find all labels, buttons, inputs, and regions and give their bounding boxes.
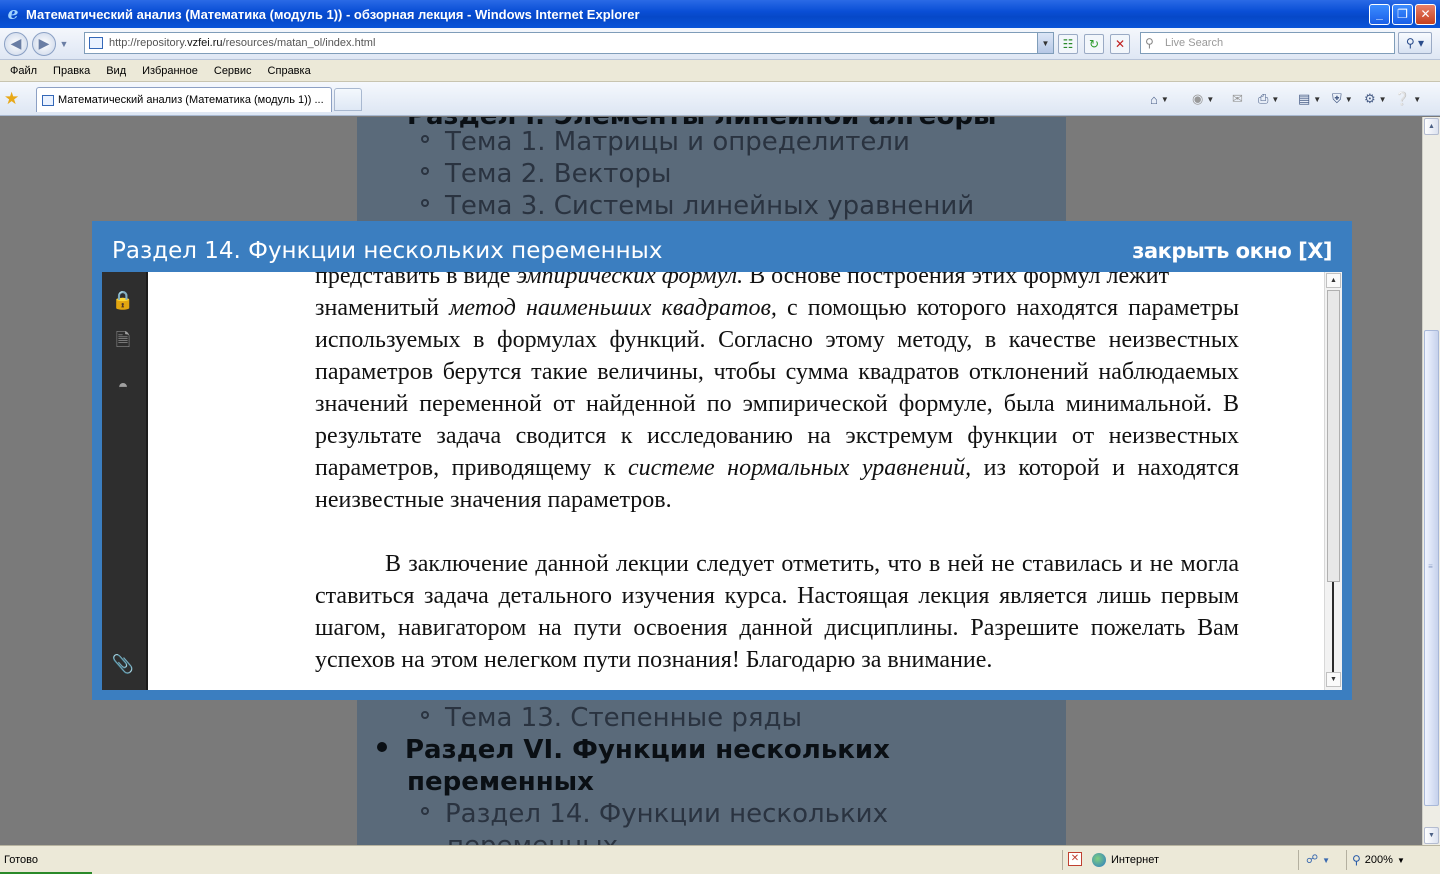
globe-icon	[1092, 853, 1106, 867]
search-button[interactable]: ⚲ ▾	[1398, 32, 1432, 54]
favorites-star-icon[interactable]: ★	[4, 89, 24, 109]
address-dropdown-icon[interactable]: ▼	[1037, 33, 1053, 53]
menu-view[interactable]: Вид	[98, 65, 134, 77]
doc-gap	[315, 516, 1239, 548]
modal-close-button[interactable]: закрыть окно [X]	[1132, 239, 1332, 263]
lecture-modal: Раздел 14. Функции нескольких переменных…	[92, 221, 1352, 700]
safety-icon[interactable]: ⛨ ▼	[1332, 91, 1353, 107]
list-item[interactable]: Тема 3. Системы линейных уравнений	[421, 191, 974, 221]
list-item[interactable]: Тема 13. Степенные ряды	[421, 703, 802, 733]
status-text: Готово	[4, 854, 38, 866]
zoom-dropdown-icon[interactable]: ▼	[1397, 856, 1405, 865]
menu-edit[interactable]: Правка	[45, 65, 98, 77]
tab-active[interactable]: Математический анализ (Математика (модул…	[36, 87, 332, 112]
menu-help[interactable]: Справка	[260, 65, 319, 77]
doc-paragraph-1: знаменитый метод наименьших квадратов, с…	[315, 295, 1240, 513]
bullet-icon	[421, 710, 429, 719]
pdf-scrollbar[interactable]: ▲ ▼	[1324, 272, 1342, 690]
tools-gear-icon[interactable]: ⚙ ▼	[1364, 91, 1387, 107]
zoom-control[interactable]: ⚲ 200% ▼	[1352, 853, 1405, 867]
pdf-scroll-down-button[interactable]: ▼	[1326, 672, 1341, 687]
page-menu-icon[interactable]: ▤ ▼	[1298, 91, 1321, 107]
close-window-button[interactable]: ✕	[1415, 3, 1436, 25]
bullet-icon	[421, 198, 429, 207]
page-icon	[89, 37, 103, 49]
lock-icon[interactable]: 🔒	[112, 289, 134, 311]
minimize-button[interactable]: _	[1369, 3, 1390, 25]
status-separator	[1346, 850, 1347, 870]
status-separator	[1062, 850, 1063, 870]
home-icon[interactable]: ⌂ ▼	[1150, 91, 1169, 107]
back-button[interactable]: ◀	[4, 31, 28, 56]
search-icon: ⚲	[1145, 36, 1154, 50]
maximize-button[interactable]: ❐	[1392, 3, 1413, 25]
window-title-bar[interactable]: e Математический анализ (Математика (мод…	[0, 0, 1440, 28]
list-item[interactable]: Тема 1. Матрицы и определители	[421, 127, 910, 157]
grip-icon: ≡	[1428, 562, 1433, 571]
compatibility-icon[interactable]: ☷	[1058, 34, 1078, 54]
bullet-icon	[421, 806, 429, 815]
print-icon[interactable]: ⎙ ▼	[1258, 91, 1279, 107]
list-item-cont: переменных	[447, 831, 618, 845]
history-dropdown-icon[interactable]: ▼	[58, 39, 70, 49]
status-bar: Готово ✕ Интернет ☍ ▼ ⚲ 200% ▼	[0, 845, 1440, 874]
menu-tools[interactable]: Сервис	[206, 65, 260, 77]
scroll-down-button[interactable]: ▼	[1424, 827, 1439, 844]
binoculars-icon[interactable]: ◓	[112, 375, 134, 397]
status-separator	[1298, 850, 1299, 870]
protected-mode-icon[interactable]: ☍ ▼	[1306, 852, 1330, 866]
feeds-icon[interactable]: ◉ ▼	[1192, 91, 1214, 107]
popup-blocked-icon[interactable]: ✕	[1068, 852, 1082, 866]
section-heading-cont: переменных	[407, 767, 594, 797]
url-path: /resources/matan_ol/index.html	[222, 37, 376, 49]
attachment-icon[interactable]: 📎	[112, 653, 134, 675]
scroll-up-button[interactable]: ▲	[1424, 118, 1439, 135]
page-icon	[42, 94, 54, 106]
url-prefix: http://repository.	[109, 37, 188, 49]
tab-bar: ★ Математический анализ (Математика (мод…	[0, 82, 1440, 116]
list-item[interactable]: Тема 2. Векторы	[421, 159, 671, 189]
refresh-icon[interactable]: ↻	[1084, 34, 1104, 54]
mail-icon[interactable]: ✉	[1232, 91, 1243, 107]
tab-label: Математический анализ (Математика (модул…	[58, 94, 324, 106]
pdf-document-text: представить в виде эмпирических формул. …	[315, 272, 1239, 676]
stop-icon[interactable]: ✕	[1110, 34, 1130, 54]
ie-icon: e	[7, 4, 19, 24]
security-zone[interactable]: Интернет	[1092, 853, 1159, 867]
address-toolbar: ◀ ▶ ▼ http://repository. vzfei.ru/resourc…	[0, 28, 1440, 60]
search-input[interactable]: ⚲ Live Search	[1140, 32, 1395, 54]
url-host: vzfei.ru	[187, 37, 223, 49]
pdf-scroll-thumb[interactable]	[1327, 290, 1340, 582]
pdf-sidebar: 🔒 🗎 ◓ 📎	[102, 272, 148, 690]
list-item[interactable]: Раздел 14. Функции нескольких	[421, 799, 888, 829]
zoom-icon: ⚲	[1352, 853, 1361, 867]
help-icon[interactable]: ❔ ▼	[1394, 91, 1421, 107]
doc-line-partial: представить в виде эмпирических формул. …	[315, 272, 1170, 289]
menu-bar: Файл Правка Вид Избранное Сервис Справка	[0, 60, 1440, 82]
bullet-icon	[377, 741, 387, 752]
address-input[interactable]: http://repository. vzfei.ru/resources/mat…	[84, 32, 1054, 54]
window-title: Математический анализ (Математика (модул…	[26, 6, 640, 22]
bullet-icon	[421, 134, 429, 143]
pdf-scroll-up-button[interactable]: ▲	[1326, 273, 1341, 288]
new-tab-button[interactable]	[334, 88, 362, 111]
modal-title: Раздел 14. Функции нескольких переменных	[112, 238, 663, 264]
section-heading[interactable]: Раздел VI. Функции нескольких	[377, 735, 890, 765]
search-placeholder: Live Search	[1165, 37, 1224, 49]
page-scrollbar[interactable]: ▲ ≡ ▼	[1422, 117, 1440, 845]
menu-file[interactable]: Файл	[0, 65, 45, 77]
pages-icon[interactable]: 🗎	[112, 330, 134, 354]
pdf-viewer[interactable]: 🔒 🗎 ◓ 📎 представить в виде эмпирических …	[102, 272, 1342, 690]
forward-button[interactable]: ▶	[32, 31, 56, 56]
doc-paragraph-2: В заключение данной лекции следует отмет…	[315, 551, 1239, 673]
menu-favorites[interactable]: Избранное	[134, 65, 206, 77]
pdf-scroll-track	[1332, 582, 1334, 672]
bullet-icon	[421, 166, 429, 175]
